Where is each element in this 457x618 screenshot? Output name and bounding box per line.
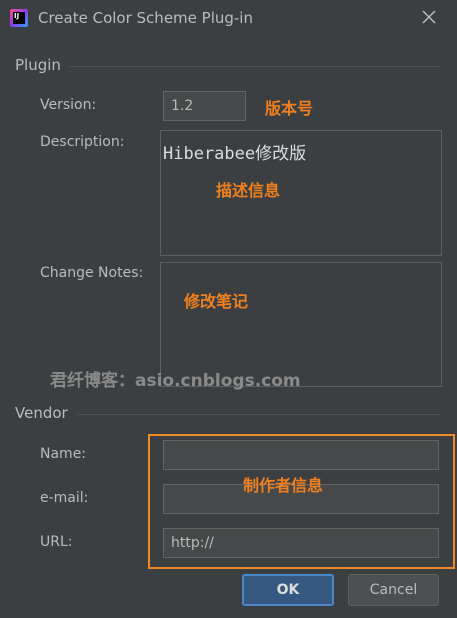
- plugin-section-label: Plugin: [15, 56, 61, 74]
- cancel-button[interactable]: Cancel: [348, 574, 439, 606]
- version-annotation: 版本号: [265, 99, 314, 118]
- title-bar: IJ Create Color Scheme Plug-in: [0, 0, 457, 38]
- version-label: Version:: [40, 97, 97, 113]
- version-field[interactable]: [163, 91, 246, 121]
- intellij-app-icon: IJ: [10, 9, 28, 27]
- ok-button[interactable]: OK: [242, 574, 334, 606]
- vendor-section-divider: [78, 414, 440, 415]
- description-label: Description:: [40, 134, 125, 150]
- close-icon[interactable]: [420, 8, 438, 26]
- blog-watermark: 君纤博客：asio.cnblogs.com: [50, 371, 301, 391]
- email-label: e-mail:: [40, 490, 89, 506]
- vendor-section-label: Vendor: [15, 404, 68, 422]
- dialog-title: Create Color Scheme Plug-in: [38, 9, 253, 27]
- url-label: URL:: [40, 534, 73, 550]
- vendor-annotation: 制作者信息: [243, 476, 324, 495]
- name-label: Name:: [40, 446, 87, 462]
- change-notes-label: Change Notes:: [40, 265, 144, 281]
- plugin-section-divider: [70, 66, 440, 67]
- vendor-url-field[interactable]: [163, 528, 439, 558]
- description-annotation: 描述信息: [216, 181, 281, 200]
- vendor-name-field[interactable]: [163, 440, 439, 470]
- change-notes-annotation: 修改笔记: [184, 292, 249, 311]
- description-textarea[interactable]: Hiberabee修改版: [160, 130, 442, 256]
